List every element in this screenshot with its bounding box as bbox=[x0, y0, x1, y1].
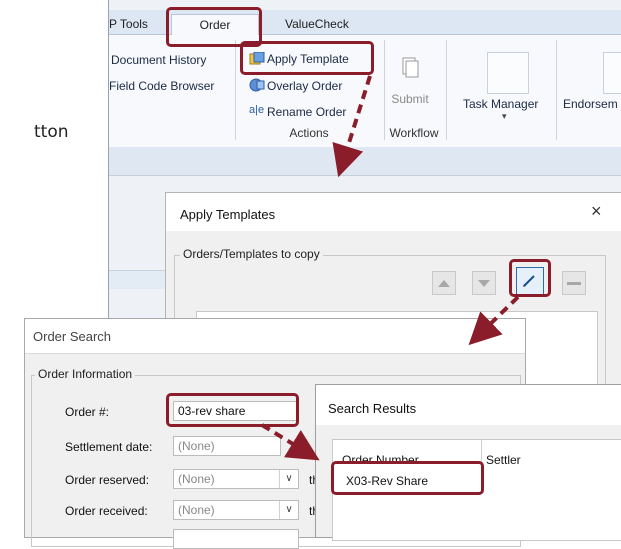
arrow-to-dialog bbox=[332, 75, 372, 178]
annotation-arrows bbox=[260, 75, 520, 461]
arrow-to-order-search bbox=[468, 295, 520, 346]
arrow-to-results bbox=[260, 423, 320, 461]
